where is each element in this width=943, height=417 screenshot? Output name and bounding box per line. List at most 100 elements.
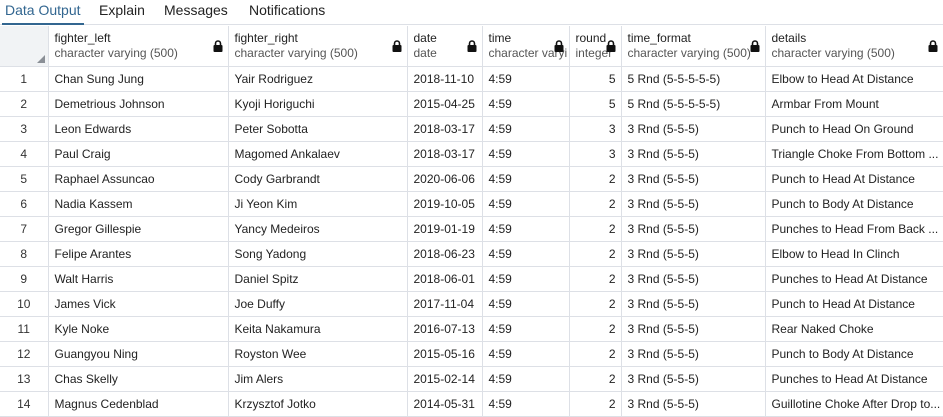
table-row[interactable]: 7 Gregor Gillespie Yancy Medeiros 2019-01-1…	[0, 216, 943, 242]
cell-details[interactable]: Punch to Head At Distance	[765, 291, 943, 317]
table-row[interactable]: 13 Chas Skelly Jim Alers 2015-02-14 4:59 2 3 R…	[0, 366, 943, 392]
cell-details[interactable]: Punches to Head At Distance	[765, 366, 943, 392]
cell-time-format[interactable]: 3 Rnd (5-5-5)	[621, 116, 766, 142]
column-header-time[interactable]: time character varyi	[482, 26, 570, 67]
cell-round[interactable]: 3	[569, 141, 622, 167]
cell-round[interactable]: 2	[569, 316, 622, 342]
cell-fighter-right[interactable]: Royston Wee	[228, 341, 408, 367]
cell-fighter-left[interactable]: Paul Craig	[48, 141, 229, 167]
cell-round[interactable]: 2	[569, 341, 622, 367]
row-number[interactable]: 3	[0, 116, 49, 142]
cell-time-format[interactable]: 3 Rnd (5-5-5)	[621, 391, 766, 417]
row-number[interactable]: 13	[0, 366, 49, 392]
table-row[interactable]: 14 Magnus Cedenblad Krzysztof Jotko 2014-05…	[0, 391, 943, 417]
cell-fighter-left[interactable]: Kyle Noke	[48, 316, 229, 342]
cell-fighter-left[interactable]: Magnus Cedenblad	[48, 391, 229, 417]
column-header-date[interactable]: date date	[407, 26, 483, 67]
cell-time-format[interactable]: 3 Rnd (5-5-5)	[621, 316, 766, 342]
cell-date[interactable]: 2015-04-25	[407, 91, 483, 117]
cell-time-format[interactable]: 3 Rnd (5-5-5)	[621, 366, 766, 392]
cell-time[interactable]: 4:59	[482, 166, 570, 192]
cell-details[interactable]: Punches to Head From Back ...	[765, 216, 943, 242]
row-number[interactable]: 12	[0, 341, 49, 367]
table-row[interactable]: 3 Leon Edwards Peter Sobotta 2018-03-17 4:59…	[0, 116, 943, 142]
cell-time[interactable]: 4:59	[482, 216, 570, 242]
cell-fighter-left[interactable]: Nadia Kassem	[48, 191, 229, 217]
column-header-time-format[interactable]: time_format character varying (500)	[621, 26, 766, 67]
cell-time[interactable]: 4:59	[482, 241, 570, 267]
table-row[interactable]: 5 Raphael Assuncao Cody Garbrandt 2020-06-0…	[0, 166, 943, 192]
cell-time[interactable]: 4:59	[482, 266, 570, 292]
cell-time[interactable]: 4:59	[482, 141, 570, 167]
cell-time-format[interactable]: 5 Rnd (5-5-5-5-5)	[621, 66, 766, 92]
select-all-corner[interactable]	[0, 26, 49, 67]
table-row[interactable]: 2 Demetrious Johnson Kyoji Horiguchi 2015-0…	[0, 91, 943, 117]
cell-round[interactable]: 2	[569, 191, 622, 217]
cell-date[interactable]: 2017-11-04	[407, 291, 483, 317]
cell-date[interactable]: 2015-05-16	[407, 341, 483, 367]
table-row[interactable]: 10 James Vick Joe Duffy 2017-11-04 4:59 2 3 Rn…	[0, 291, 943, 317]
cell-fighter-right[interactable]: Joe Duffy	[228, 291, 408, 317]
cell-fighter-right[interactable]: Jim Alers	[228, 366, 408, 392]
cell-round[interactable]: 5	[569, 91, 622, 117]
cell-fighter-right[interactable]: Krzysztof Jotko	[228, 391, 408, 417]
cell-details[interactable]: Punches to Head At Distance	[765, 266, 943, 292]
cell-details[interactable]: Armbar From Mount	[765, 91, 943, 117]
cell-fighter-right[interactable]: Ji Yeon Kim	[228, 191, 408, 217]
cell-time-format[interactable]: 3 Rnd (5-5-5)	[621, 341, 766, 367]
cell-round[interactable]: 2	[569, 166, 622, 192]
cell-time-format[interactable]: 3 Rnd (5-5-5)	[621, 216, 766, 242]
row-number[interactable]: 8	[0, 241, 49, 267]
cell-fighter-right[interactable]: Cody Garbrandt	[228, 166, 408, 192]
cell-fighter-left[interactable]: Walt Harris	[48, 266, 229, 292]
cell-details[interactable]: Elbow to Head At Distance	[765, 66, 943, 92]
cell-details[interactable]: Triangle Choke From Bottom ...	[765, 141, 943, 167]
cell-fighter-left[interactable]: James Vick	[48, 291, 229, 317]
cell-round[interactable]: 2	[569, 216, 622, 242]
table-row[interactable]: 12 Guangyou Ning Royston Wee 2015-05-16 4:59…	[0, 341, 943, 367]
cell-round[interactable]: 2	[569, 241, 622, 267]
table-row[interactable]: 11 Kyle Noke Keita Nakamura 2016-07-13 4:59 2…	[0, 316, 943, 342]
cell-fighter-left[interactable]: Gregor Gillespie	[48, 216, 229, 242]
cell-date[interactable]: 2018-03-17	[407, 141, 483, 167]
cell-time[interactable]: 4:59	[482, 391, 570, 417]
cell-fighter-right[interactable]: Yair Rodriguez	[228, 66, 408, 92]
row-number[interactable]: 7	[0, 216, 49, 242]
column-header-details[interactable]: details character varying (500)	[765, 26, 943, 67]
cell-fighter-right[interactable]: Song Yadong	[228, 241, 408, 267]
table-row[interactable]: 9 Walt Harris Daniel Spitz 2018-06-01 4:59 2 3…	[0, 266, 943, 292]
cell-details[interactable]: Elbow to Head In Clinch	[765, 241, 943, 267]
cell-fighter-right[interactable]: Kyoji Horiguchi	[228, 91, 408, 117]
cell-time[interactable]: 4:59	[482, 66, 570, 92]
tab-notifications[interactable]: Notifications	[249, 0, 325, 24]
cell-round[interactable]: 5	[569, 66, 622, 92]
cell-time-format[interactable]: 5 Rnd (5-5-5-5-5)	[621, 91, 766, 117]
cell-date[interactable]: 2019-10-05	[407, 191, 483, 217]
cell-details[interactable]: Punch to Head At Distance	[765, 166, 943, 192]
cell-date[interactable]: 2015-02-14	[407, 366, 483, 392]
cell-fighter-right[interactable]: Keita Nakamura	[228, 316, 408, 342]
row-number[interactable]: 9	[0, 266, 49, 292]
column-header-fighter-right[interactable]: fighter_right character varying (500)	[228, 26, 408, 67]
cell-fighter-right[interactable]: Magomed Ankalaev	[228, 141, 408, 167]
cell-time[interactable]: 4:59	[482, 316, 570, 342]
cell-date[interactable]: 2018-06-23	[407, 241, 483, 267]
cell-date[interactable]: 2019-01-19	[407, 216, 483, 242]
cell-time[interactable]: 4:59	[482, 291, 570, 317]
cell-time[interactable]: 4:59	[482, 116, 570, 142]
cell-fighter-left[interactable]: Felipe Arantes	[48, 241, 229, 267]
cell-time-format[interactable]: 3 Rnd (5-5-5)	[621, 266, 766, 292]
row-number[interactable]: 4	[0, 141, 49, 167]
table-row[interactable]: 1 Chan Sung Jung Yair Rodriguez 2018-11-10 4…	[0, 66, 943, 92]
row-number[interactable]: 14	[0, 391, 49, 417]
cell-details[interactable]: Punch to Body At Distance	[765, 341, 943, 367]
cell-fighter-left[interactable]: Chan Sung Jung	[48, 66, 229, 92]
cell-round[interactable]: 2	[569, 391, 622, 417]
cell-time[interactable]: 4:59	[482, 91, 570, 117]
row-number[interactable]: 5	[0, 166, 49, 192]
table-row[interactable]: 6 Nadia Kassem Ji Yeon Kim 2019-10-05 4:59 2 3…	[0, 191, 943, 217]
cell-round[interactable]: 3	[569, 116, 622, 142]
tab-explain[interactable]: Explain	[99, 0, 145, 24]
cell-details[interactable]: Rear Naked Choke	[765, 316, 943, 342]
cell-date[interactable]: 2014-05-31	[407, 391, 483, 417]
